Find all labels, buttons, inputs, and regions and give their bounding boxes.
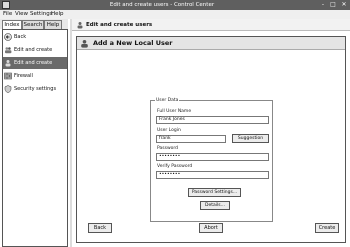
- menu-help[interactable]: Help: [51, 10, 64, 19]
- tab-help[interactable]: Help: [44, 20, 62, 29]
- sidebar: Back Edit and create groups Edit and cre…: [2, 29, 68, 247]
- menu-file[interactable]: File: [3, 10, 12, 19]
- back-icon: [4, 33, 12, 41]
- verify-password-field[interactable]: ••••••••: [156, 171, 269, 179]
- user-icon: [81, 40, 88, 48]
- users-icon: [77, 22, 83, 29]
- breadcrumb-label: Edit and create users: [86, 22, 153, 28]
- app-icon[interactable]: [2, 1, 10, 9]
- sidebar-item-security[interactable]: Security settings: [3, 83, 67, 95]
- sidebar-item-label: Security settings: [14, 86, 57, 92]
- verify-password-label: Verify Password: [157, 164, 193, 169]
- sidebar-item-groups[interactable]: Edit and create groups: [3, 44, 67, 65]
- abort-button[interactable]: Abort: [199, 223, 223, 233]
- sidebar-item-label: Edit and create groups: [14, 47, 53, 65]
- sidebar-item-firewall[interactable]: Firewall: [3, 70, 67, 82]
- password-settings-button[interactable]: Password Settings...: [188, 188, 241, 197]
- sidebar-item-label: Back: [14, 34, 27, 40]
- close-button[interactable]: ✕: [339, 1, 349, 9]
- window-titlebar: Edit and create users - Control Center -…: [0, 0, 350, 10]
- sidebar-item-label: Firewall: [14, 73, 33, 79]
- maximize-button[interactable]: □: [328, 1, 338, 9]
- add-user-panel: Add a New Local User User Data Full User…: [76, 36, 346, 243]
- breadcrumb: Edit and create users: [72, 19, 350, 31]
- sidebar-tabs: Index Search Help: [0, 19, 68, 30]
- users-icon: [5, 60, 11, 67]
- window-title: Edit and create users - Control Center: [109, 2, 215, 8]
- suggestion-button[interactable]: Suggestion: [232, 134, 269, 143]
- create-button[interactable]: Create: [315, 223, 339, 233]
- login-field[interactable]: frank: [156, 135, 226, 143]
- menu-view[interactable]: View: [15, 10, 28, 19]
- panel-header: Add a New Local User: [77, 37, 345, 50]
- back-button[interactable]: Back: [88, 223, 112, 233]
- page-title: Add a New Local User: [93, 39, 173, 47]
- details-button[interactable]: Details...: [200, 201, 230, 210]
- sidebar-item-users[interactable]: Edit and create users: [3, 57, 67, 78]
- minimize-button[interactable]: -: [318, 1, 328, 9]
- menubar: File View Settings Help: [0, 10, 350, 19]
- tab-search[interactable]: Search: [22, 20, 44, 29]
- firewall-icon: [4, 72, 12, 80]
- password-label: Password: [157, 146, 179, 151]
- group-legend: User Data: [155, 97, 180, 104]
- full-name-field[interactable]: Frank Jones: [156, 116, 269, 124]
- login-label: User Login: [157, 128, 181, 133]
- full-name-label: Full User Name: [157, 109, 192, 114]
- security-icon: [4, 85, 12, 93]
- sidebar-item-label: Edit and create users: [14, 60, 53, 78]
- sidebar-item-back[interactable]: Back: [3, 31, 67, 43]
- password-field[interactable]: ••••••••: [156, 153, 269, 161]
- groups-icon: [5, 47, 12, 54]
- main-content: Edit and create users Add a New Local Us…: [72, 19, 350, 247]
- user-data-group: User Data Full User Name Frank Jones Use…: [150, 97, 273, 222]
- menu-settings[interactable]: Settings: [30, 10, 53, 19]
